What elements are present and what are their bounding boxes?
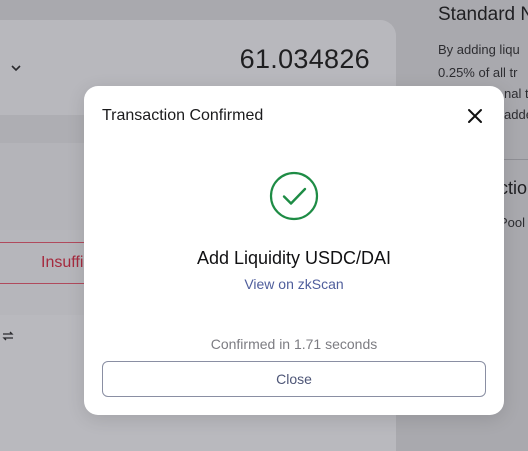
confirmation-time: Confirmed in 1.71 seconds [210,336,378,352]
side-panel-line: nal t [504,86,528,101]
token-amount: 61.034826 [239,44,370,74]
chevron-down-icon[interactable] [10,62,22,74]
transaction-confirmed-modal: Transaction Confirmed Add Liquidity USDC… [84,86,504,415]
swap-icon[interactable] [2,330,14,342]
close-icon[interactable] [466,107,484,125]
side-panel-line: adde [504,107,528,122]
success-check-icon [269,171,319,221]
modal-title: Transaction Confirmed [102,107,264,124]
side-panel-line: By adding liqu [438,42,520,57]
side-panel-line: 0.25% of all tr [438,65,518,80]
transaction-action-label: Add Liquidity USDC/DAI [196,248,392,268]
insufficient-balance-label: Insuffi [41,254,84,271]
view-on-zkscan-link[interactable]: View on zkScan [84,276,504,292]
side-panel-title: Standard N [438,4,528,25]
close-button[interactable]: Close [102,361,486,397]
